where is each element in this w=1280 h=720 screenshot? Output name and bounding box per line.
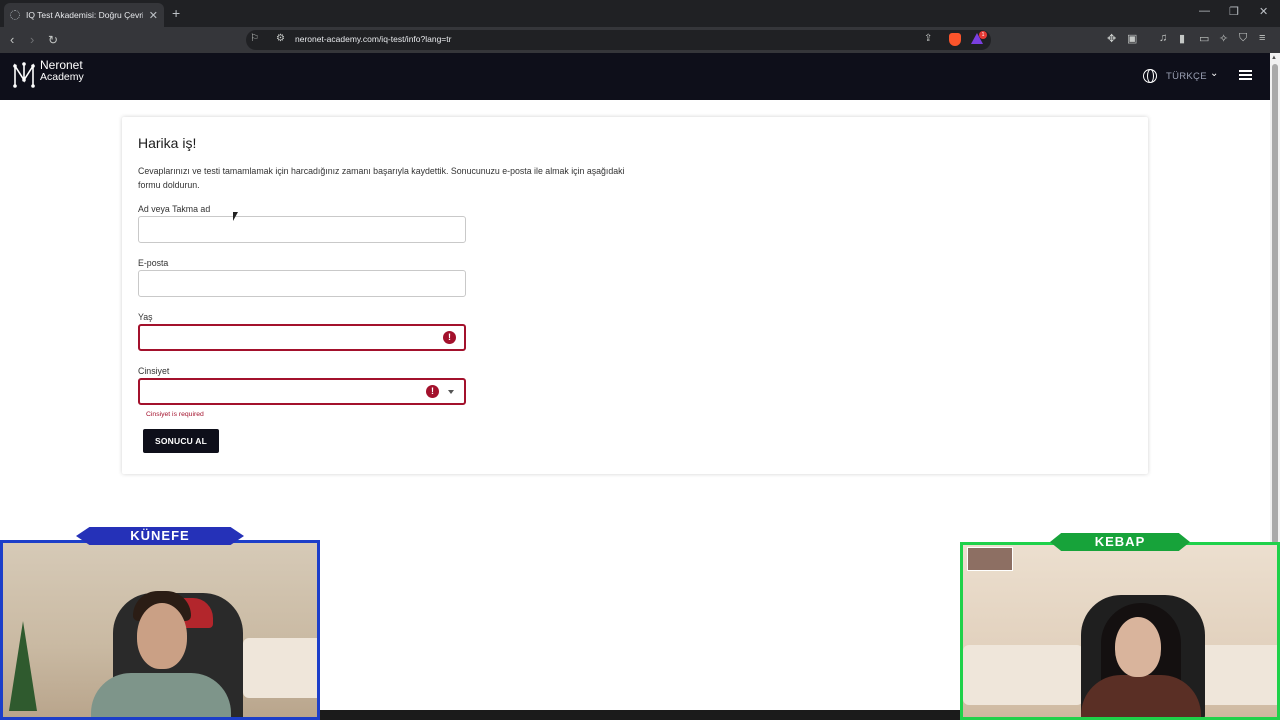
- sidebar-icon[interactable]: ▮: [1179, 32, 1185, 45]
- sofa: [243, 638, 317, 698]
- name-input[interactable]: [138, 216, 466, 243]
- error-icon: !: [443, 331, 456, 344]
- browser-tab-bar: IQ Test Akademisi: Doğru Çevrim ✕ + — ❐ …: [0, 0, 1280, 27]
- forward-icon[interactable]: ›: [30, 32, 34, 48]
- gender-label: Cinsiyet: [138, 366, 170, 376]
- person-torso: [1081, 675, 1201, 717]
- tab-title: IQ Test Akademisi: Doğru Çevrim: [26, 10, 143, 20]
- back-icon[interactable]: ‹: [10, 32, 14, 48]
- christmas-tree: [9, 621, 37, 711]
- address-bar[interactable]: ⚐ ⚙ neronet-academy.com/iq-test/info?lan…: [246, 30, 991, 50]
- url-text[interactable]: neronet-academy.com/iq-test/info?lang=tr: [295, 34, 451, 44]
- left-cam-tag: KÜNEFE: [76, 527, 244, 545]
- new-tab-icon[interactable]: +: [172, 5, 180, 21]
- sofa: [963, 645, 1083, 705]
- thumbnail-image: [967, 547, 1013, 571]
- gender-error-message: Cinsiyet is required: [146, 411, 204, 418]
- extensions-icon[interactable]: ✥: [1107, 32, 1116, 45]
- caret-down-icon[interactable]: [448, 390, 454, 394]
- language-selector[interactable]: TÜRKÇE: [1166, 71, 1207, 82]
- restore-icon[interactable]: ❐: [1229, 5, 1239, 18]
- rewards-badge: 1: [979, 31, 987, 39]
- vpn-icon[interactable]: ⛉: [1239, 32, 1247, 45]
- close-tab-icon[interactable]: ✕: [149, 9, 158, 22]
- logo-text[interactable]: Neronet Academy: [40, 59, 84, 83]
- reload-icon[interactable]: ↻: [48, 32, 58, 48]
- logo-line1: Neronet: [40, 58, 83, 72]
- name-label: Ad veya Takma ad: [138, 204, 211, 214]
- neronet-logo-icon[interactable]: [12, 60, 36, 90]
- bookmark-icon[interactable]: ⚐: [250, 33, 259, 44]
- bottom-strip: [320, 710, 960, 720]
- menu-icon[interactable]: ≡: [1259, 32, 1265, 44]
- media-icon[interactable]: ♫: [1159, 32, 1167, 44]
- error-icon: !: [426, 385, 439, 398]
- scroll-up-icon[interactable]: ▲: [1271, 55, 1277, 61]
- globe-icon[interactable]: [1143, 69, 1157, 83]
- site-info-icon[interactable]: ⚙: [276, 33, 285, 44]
- person-torso: [91, 673, 231, 717]
- mouse-cursor-icon: [233, 212, 238, 221]
- browser-tab[interactable]: IQ Test Akademisi: Doğru Çevrim ✕: [4, 3, 164, 27]
- page-title: Harika iş!: [138, 135, 197, 151]
- scrollbar-thumb[interactable]: [1272, 64, 1278, 544]
- age-label: Yaş: [138, 312, 153, 322]
- email-label: E-posta: [138, 258, 169, 268]
- right-webcam-overlay: [960, 542, 1280, 720]
- person-face: [1115, 617, 1161, 677]
- age-input[interactable]: !: [138, 324, 466, 351]
- submit-button[interactable]: SONUCU AL: [143, 429, 219, 453]
- brave-shield-icon[interactable]: [949, 33, 961, 46]
- chevron-down-icon[interactable]: ⌄: [1210, 68, 1218, 79]
- browser-nav-bar: ‹ › ↻ ⚐ ⚙ neronet-academy.com/iq-test/in…: [0, 27, 1280, 53]
- leo-ai-icon[interactable]: ✧: [1219, 32, 1228, 45]
- logo-line2: Academy: [40, 71, 84, 83]
- screenshot-icon[interactable]: ▣: [1127, 32, 1137, 45]
- site-header: Neronet Academy TÜRKÇE ⌄: [0, 53, 1270, 100]
- share-icon[interactable]: ⇪: [924, 33, 932, 44]
- form-description: Cevaplarınızı ve testi tamamlamak için h…: [138, 166, 625, 190]
- minimize-icon[interactable]: —: [1199, 5, 1210, 17]
- left-webcam-overlay: [0, 540, 320, 720]
- gender-select[interactable]: !: [138, 378, 466, 405]
- loading-icon: [10, 10, 20, 20]
- wallet-icon[interactable]: ▭: [1199, 32, 1209, 45]
- close-window-icon[interactable]: ✕: [1259, 5, 1268, 18]
- result-form-card: Harika iş! Cevaplarınızı ve testi tamaml…: [122, 117, 1148, 474]
- right-cam-tag: KEBAP: [1050, 533, 1190, 551]
- email-input[interactable]: [138, 270, 466, 297]
- hamburger-menu-icon[interactable]: [1239, 70, 1252, 80]
- person-face: [137, 603, 187, 669]
